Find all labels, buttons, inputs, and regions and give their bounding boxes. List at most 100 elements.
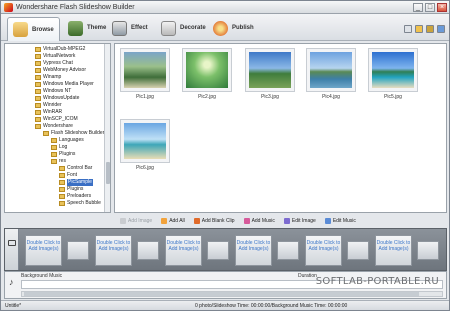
- storyboard-slot[interactable]: Double Click to Add Image(s): [235, 235, 272, 266]
- tree-item[interactable]: VirtualDub-MPEG2: [35, 46, 85, 53]
- tree-item[interactable]: res: [51, 158, 66, 165]
- storyboard-slot[interactable]: Double Click to Add Image(s): [375, 235, 412, 266]
- maximize-button[interactable]: □: [425, 2, 435, 12]
- storyboard-slot[interactable]: Double Click to Add Image(s): [165, 235, 202, 266]
- tree-item[interactable]: Font: [59, 172, 77, 179]
- transition-slot[interactable]: [417, 241, 439, 260]
- folder-icon: [35, 110, 41, 115]
- tree-item[interactable]: Log: [51, 144, 67, 151]
- tab-effect[interactable]: Effect: [107, 17, 153, 39]
- title-bar: Wondershare Flash Slideshow Builder _ □ …: [1, 1, 449, 14]
- music-note-icon: ♪: [9, 277, 14, 287]
- storyboard-view-icon[interactable]: [8, 240, 16, 246]
- open-project-icon[interactable]: [415, 25, 423, 33]
- folder-icon: [35, 61, 41, 66]
- folder-tree: VirtualDub-MPEG2 VirtualNetwork Vypress …: [4, 43, 111, 213]
- folder-icon: [35, 117, 41, 122]
- edit-music-button[interactable]: Edit Music: [324, 217, 356, 224]
- folder-icon: [35, 124, 41, 129]
- window-title: Wondershare Flash Slideshow Builder: [16, 3, 135, 11]
- thumbnail-item[interactable]: Pic5.jpg: [368, 48, 418, 100]
- add-blank-clip-icon: [193, 217, 200, 224]
- folder-icon: [59, 173, 65, 178]
- tab-theme[interactable]: Theme: [63, 17, 111, 39]
- tab-effect-label: Effect: [131, 25, 148, 31]
- watermark-text: SOFTLAB-PORTABLE.RU: [315, 276, 439, 287]
- tree-item-selected[interactable]: PicSample: [59, 179, 93, 186]
- add-blank-clip-button[interactable]: Add Blank Clip: [193, 217, 235, 224]
- tree-item[interactable]: Winamp: [35, 74, 61, 81]
- tree-item[interactable]: WinSCP_ICOM: [35, 116, 78, 123]
- tree-item[interactable]: WindowsUpdate: [35, 95, 79, 102]
- storyboard-slot[interactable]: Double Click to Add Image(s): [25, 235, 62, 266]
- timeline-scroll-thumb[interactable]: [24, 292, 419, 296]
- background-music-label: Background Music: [21, 273, 63, 279]
- folder-icon: [59, 187, 65, 192]
- thumbnail-item[interactable]: Pic3.jpg: [245, 48, 295, 100]
- tab-browse[interactable]: Browse: [7, 17, 60, 41]
- thumbnail-frame: [245, 48, 295, 92]
- tree-item[interactable]: Preloaders: [59, 193, 91, 200]
- thumbnail-item[interactable]: Pic1.jpg: [120, 48, 170, 100]
- thumbnail-frame: [182, 48, 232, 92]
- transition-slot[interactable]: [207, 241, 229, 260]
- tree-item[interactable]: Control Bar: [59, 165, 92, 172]
- new-project-icon[interactable]: [404, 25, 412, 33]
- transition-slot[interactable]: [277, 241, 299, 260]
- tree-item[interactable]: Plugins: [59, 186, 83, 193]
- thumbnail-item[interactable]: Pic2.jpg: [182, 48, 232, 100]
- edit-image-icon: [283, 217, 290, 224]
- tree-item[interactable]: VirtualNetwork: [35, 53, 75, 60]
- thumbnail-label: Pic1.jpg: [136, 94, 154, 100]
- edit-image-button[interactable]: Edit Image: [283, 217, 316, 224]
- folder-icon: [51, 159, 57, 164]
- minimize-button[interactable]: _: [413, 2, 423, 12]
- folder-icon: [59, 166, 65, 171]
- tree-item[interactable]: WebMoney Advisor: [35, 67, 86, 74]
- tree-item[interactable]: Wondershare: [35, 123, 73, 130]
- tree-scrollbar[interactable]: [104, 44, 110, 212]
- duration-label: Duration: [298, 273, 317, 279]
- tab-decorate[interactable]: Decorate: [156, 17, 211, 39]
- thumbnail-label: Pic2.jpg: [198, 94, 216, 100]
- storyboard-slot[interactable]: Double Click to Add Image(s): [305, 235, 342, 266]
- add-image-button[interactable]: Add Image: [120, 217, 152, 224]
- folder-icon: [43, 131, 49, 136]
- transition-slot[interactable]: [67, 241, 89, 260]
- tree-item[interactable]: Vypress Chat: [35, 60, 73, 67]
- photo-hut: [249, 52, 291, 88]
- folder-icon: [35, 96, 41, 101]
- tree-item[interactable]: Windows NT: [35, 88, 71, 95]
- save-project-icon[interactable]: [426, 25, 434, 33]
- photo-lake: [310, 52, 352, 88]
- transition-slot[interactable]: [347, 241, 369, 260]
- folder-icon: [59, 194, 65, 199]
- tree-item[interactable]: Winrider: [35, 102, 62, 109]
- thumbnail-label: Pic6.jpg: [136, 165, 154, 171]
- folder-icon: [35, 68, 41, 73]
- tree-item[interactable]: WinRAR: [35, 109, 62, 116]
- photo-waterfall: [124, 52, 166, 88]
- timeline-scrollbar[interactable]: [21, 291, 443, 297]
- thumbnail-frame: [120, 48, 170, 92]
- close-button[interactable]: ×: [437, 2, 447, 12]
- help-icon[interactable]: [437, 25, 445, 33]
- transition-slot[interactable]: [137, 241, 159, 260]
- tree-item[interactable]: Plugins: [51, 151, 75, 158]
- status-bar: Untitle* 0 photo/Slideshow Time: 00:00:0…: [1, 300, 449, 310]
- tree-item[interactable]: Windows Media Player: [35, 81, 94, 88]
- storyboard-slot[interactable]: Double Click to Add Image(s): [95, 235, 132, 266]
- tree-item[interactable]: Speech Bubble: [59, 200, 101, 207]
- publish-icon: [213, 20, 228, 36]
- thumbnail-item[interactable]: Pic4.jpg: [306, 48, 356, 100]
- tab-publish[interactable]: Publish: [208, 17, 259, 39]
- tree-scroll-thumb[interactable]: [106, 162, 110, 184]
- folder-icon: [35, 103, 41, 108]
- add-music-button[interactable]: Add Music: [243, 217, 275, 224]
- tree-item[interactable]: Languages: [51, 137, 84, 144]
- thumbnail-frame: [306, 48, 356, 92]
- tab-theme-label: Theme: [87, 25, 107, 31]
- thumbnail-item[interactable]: Pic6.jpg: [120, 119, 170, 171]
- add-all-button[interactable]: Add All: [161, 217, 185, 224]
- tree-item[interactable]: Flash Slideshow Builder: [43, 130, 104, 137]
